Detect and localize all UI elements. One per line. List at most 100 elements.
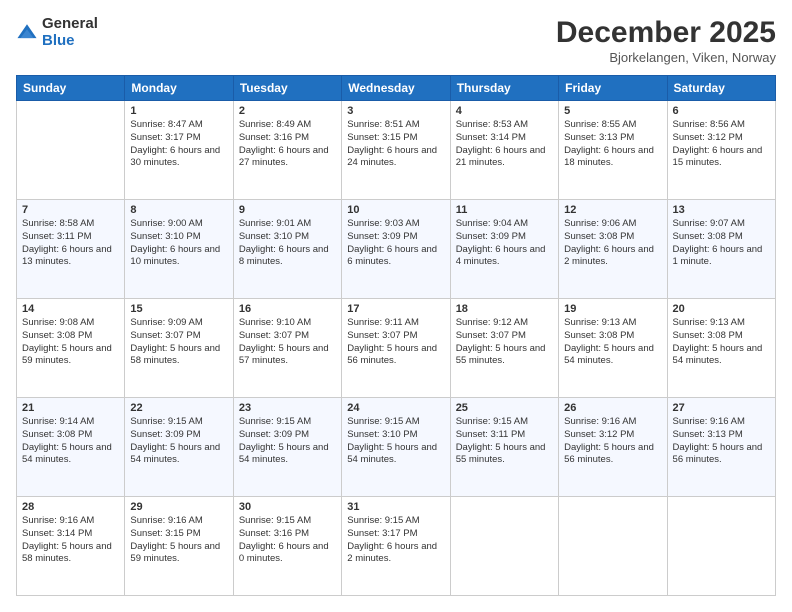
day-number: 26 [564, 402, 661, 414]
day-info: Sunrise: 8:53 AMSunset: 3:14 PMDaylight:… [456, 119, 553, 170]
calendar-cell: 20Sunrise: 9:13 AMSunset: 3:08 PMDayligh… [667, 299, 775, 398]
day-info: Sunrise: 9:08 AMSunset: 3:08 PMDaylight:… [22, 317, 119, 368]
calendar-cell [450, 497, 558, 596]
day-info: Sunrise: 8:55 AMSunset: 3:13 PMDaylight:… [564, 119, 661, 170]
logo-icon [16, 22, 38, 44]
day-info: Sunrise: 8:51 AMSunset: 3:15 PMDaylight:… [347, 119, 444, 170]
day-info: Sunrise: 9:12 AMSunset: 3:07 PMDaylight:… [456, 317, 553, 368]
calendar-header-row: SundayMondayTuesdayWednesdayThursdayFrid… [17, 76, 776, 101]
calendar-cell: 12 Sunrise: 9:06 AMSunset: 3:08 PMDayligh… [559, 200, 667, 299]
day-info: Sunrise: 9:00 AMSunset: 3:10 PMDaylight:… [130, 218, 227, 269]
calendar-cell: 5 Sunrise: 8:55 AMSunset: 3:13 PMDaylight… [559, 101, 667, 200]
calendar-week-5: 28 Sunrise: 9:16 AMSunset: 3:14 PMDayligh… [17, 497, 776, 596]
day-number: 27 [673, 402, 770, 414]
day-info: Sunrise: 9:14 AMSunset: 3:08 PMDaylight:… [22, 416, 119, 467]
calendar-cell [17, 101, 125, 200]
day-info: Sunrise: 9:07 AMSunset: 3:08 PMDaylight:… [673, 218, 770, 269]
day-info: Sunrise: 9:15 AMSunset: 3:17 PMDaylight:… [347, 515, 444, 566]
day-number: 31 [347, 501, 444, 513]
day-info: Sunrise: 8:58 AMSunset: 3:11 PMDaylight:… [22, 218, 119, 269]
calendar-cell: 11Sunrise: 9:04 AMSunset: 3:09 PMDayligh… [450, 200, 558, 299]
calendar-cell: 21 Sunrise: 9:14 AMSunset: 3:08 PMDayligh… [17, 398, 125, 497]
logo: General Blue [16, 16, 98, 49]
day-info: Sunrise: 9:16 AMSunset: 3:15 PMDaylight:… [130, 515, 227, 566]
day-number: 17 [347, 303, 444, 315]
calendar-cell [559, 497, 667, 596]
day-number: 15 [130, 303, 227, 315]
day-info: Sunrise: 8:47 AMSunset: 3:17 PMDaylight:… [130, 119, 227, 170]
day-number: 3 [347, 105, 444, 117]
location: Bjorkelangen, Viken, Norway [556, 50, 776, 65]
day-number: 21 [22, 402, 119, 414]
calendar-table: SundayMondayTuesdayWednesdayThursdayFrid… [16, 75, 776, 596]
day-info: Sunrise: 9:11 AMSunset: 3:07 PMDaylight:… [347, 317, 444, 368]
calendar-cell: 24 Sunrise: 9:15 AMSunset: 3:10 PMDayligh… [342, 398, 450, 497]
day-info: Sunrise: 9:06 AMSunset: 3:08 PMDaylight:… [564, 218, 661, 269]
day-info: Sunrise: 9:16 AMSunset: 3:12 PMDaylight:… [564, 416, 661, 467]
day-info: Sunrise: 9:15 AMSunset: 3:16 PMDaylight:… [239, 515, 336, 566]
day-number: 24 [347, 402, 444, 414]
calendar-cell: 2Sunrise: 8:49 AMSunset: 3:16 PMDaylight… [233, 101, 341, 200]
calendar-header-thursday: Thursday [450, 76, 558, 101]
calendar-header-sunday: Sunday [17, 76, 125, 101]
day-number: 14 [22, 303, 119, 315]
day-number: 30 [239, 501, 336, 513]
calendar-cell: 25Sunrise: 9:15 AMSunset: 3:11 PMDayligh… [450, 398, 558, 497]
calendar-cell: 15Sunrise: 9:09 AMSunset: 3:07 PMDayligh… [125, 299, 233, 398]
calendar-header-friday: Friday [559, 76, 667, 101]
page: General Blue December 2025 Bjorkelangen,… [0, 0, 792, 612]
logo-blue: Blue [42, 33, 98, 50]
calendar-header-wednesday: Wednesday [342, 76, 450, 101]
calendar-cell: 4Sunrise: 8:53 AMSunset: 3:14 PMDaylight… [450, 101, 558, 200]
calendar-cell: 3 Sunrise: 8:51 AMSunset: 3:15 PMDaylight… [342, 101, 450, 200]
calendar-week-1: 1 Sunrise: 8:47 AMSunset: 3:17 PMDaylight… [17, 101, 776, 200]
day-info: Sunrise: 9:10 AMSunset: 3:07 PMDaylight:… [239, 317, 336, 368]
calendar-week-4: 21 Sunrise: 9:14 AMSunset: 3:08 PMDayligh… [17, 398, 776, 497]
calendar-header-saturday: Saturday [667, 76, 775, 101]
month-title: December 2025 [556, 16, 776, 50]
calendar-cell: 19 Sunrise: 9:13 AMSunset: 3:08 PMDayligh… [559, 299, 667, 398]
day-number: 12 [564, 204, 661, 216]
day-number: 7 [22, 204, 119, 216]
calendar-cell: 16 Sunrise: 9:10 AMSunset: 3:07 PMDayligh… [233, 299, 341, 398]
day-info: Sunrise: 9:13 AMSunset: 3:08 PMDaylight:… [564, 317, 661, 368]
calendar-cell: 1 Sunrise: 8:47 AMSunset: 3:17 PMDaylight… [125, 101, 233, 200]
day-info: Sunrise: 9:01 AMSunset: 3:10 PMDaylight:… [239, 218, 336, 269]
calendar-cell: 18 Sunrise: 9:12 AMSunset: 3:07 PMDayligh… [450, 299, 558, 398]
calendar-cell: 6 Sunrise: 8:56 AMSunset: 3:12 PMDaylight… [667, 101, 775, 200]
day-info: Sunrise: 8:56 AMSunset: 3:12 PMDaylight:… [673, 119, 770, 170]
day-number: 16 [239, 303, 336, 315]
day-info: Sunrise: 9:15 AMSunset: 3:10 PMDaylight:… [347, 416, 444, 467]
day-number: 6 [673, 105, 770, 117]
header: General Blue December 2025 Bjorkelangen,… [16, 16, 776, 65]
logo-text: General Blue [42, 16, 98, 49]
day-number: 1 [130, 105, 227, 117]
calendar-cell: 23Sunrise: 9:15 AMSunset: 3:09 PMDayligh… [233, 398, 341, 497]
day-info: Sunrise: 9:04 AMSunset: 3:09 PMDaylight:… [456, 218, 553, 269]
day-number: 10 [347, 204, 444, 216]
day-number: 9 [239, 204, 336, 216]
calendar-cell: 17 Sunrise: 9:11 AMSunset: 3:07 PMDayligh… [342, 299, 450, 398]
day-info: Sunrise: 9:15 AMSunset: 3:11 PMDaylight:… [456, 416, 553, 467]
calendar-cell: 30 Sunrise: 9:15 AMSunset: 3:16 PMDayligh… [233, 497, 341, 596]
calendar-cell: 7 Sunrise: 8:58 AMSunset: 3:11 PMDaylight… [17, 200, 125, 299]
day-number: 28 [22, 501, 119, 513]
day-number: 22 [130, 402, 227, 414]
calendar-header-tuesday: Tuesday [233, 76, 341, 101]
day-info: Sunrise: 9:13 AMSunset: 3:08 PMDaylight:… [673, 317, 770, 368]
calendar-week-3: 14 Sunrise: 9:08 AMSunset: 3:08 PMDayligh… [17, 299, 776, 398]
calendar-cell: 13Sunrise: 9:07 AMSunset: 3:08 PMDayligh… [667, 200, 775, 299]
calendar-cell: 28 Sunrise: 9:16 AMSunset: 3:14 PMDayligh… [17, 497, 125, 596]
day-info: Sunrise: 9:16 AMSunset: 3:13 PMDaylight:… [673, 416, 770, 467]
calendar-cell: 8Sunrise: 9:00 AMSunset: 3:10 PMDaylight… [125, 200, 233, 299]
day-number: 18 [456, 303, 553, 315]
day-info: Sunrise: 8:49 AMSunset: 3:16 PMDaylight:… [239, 119, 336, 170]
calendar-cell: 22Sunrise: 9:15 AMSunset: 3:09 PMDayligh… [125, 398, 233, 497]
day-number: 29 [130, 501, 227, 513]
day-number: 23 [239, 402, 336, 414]
day-number: 5 [564, 105, 661, 117]
calendar-cell: 14 Sunrise: 9:08 AMSunset: 3:08 PMDayligh… [17, 299, 125, 398]
day-info: Sunrise: 9:16 AMSunset: 3:14 PMDaylight:… [22, 515, 119, 566]
day-number: 19 [564, 303, 661, 315]
calendar-cell: 26 Sunrise: 9:16 AMSunset: 3:12 PMDayligh… [559, 398, 667, 497]
